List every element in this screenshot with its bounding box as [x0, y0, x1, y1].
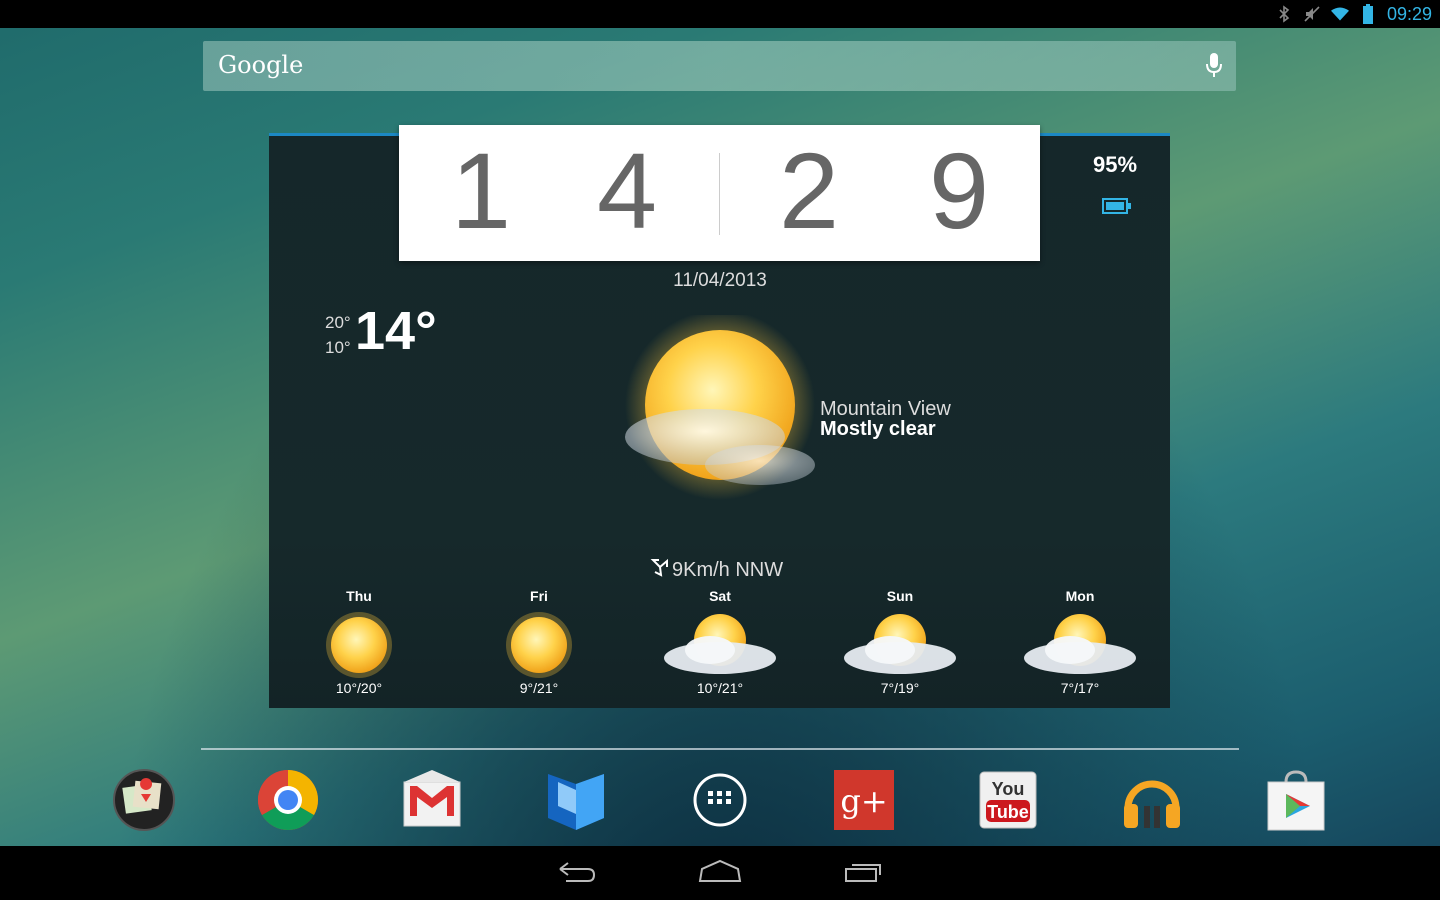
low-temp: 10° — [325, 338, 351, 357]
forecast-day: Fri 9°/21° — [474, 588, 604, 696]
forecast-day-name: Thu — [346, 588, 372, 604]
widget-date: 11/04/2013 — [673, 270, 767, 291]
wind-speed: 9Km/h NNW — [672, 558, 784, 581]
battery-percent: 95% — [1093, 152, 1138, 177]
gmail-app-icon[interactable] — [400, 768, 464, 832]
youtube-app-icon[interactable]: You Tube — [976, 768, 1040, 832]
forecast-day: Sun 7°/19° — [835, 588, 965, 696]
mostly-clear-icon — [610, 310, 830, 519]
status-icons: 09:29 — [1275, 0, 1432, 28]
battery-status-icon — [1359, 4, 1377, 24]
bluetooth-icon — [1275, 5, 1293, 23]
current-temperature: 14° — [355, 301, 437, 361]
mute-icon — [1303, 5, 1321, 23]
minute-tens-digit: 2 — [779, 130, 840, 251]
forecast-temps: 9°/21° — [519, 680, 559, 696]
forecast-temps: 10°/20° — [335, 680, 383, 696]
battery-icon — [1102, 198, 1132, 218]
recent-apps-icon — [844, 859, 884, 887]
forecast-day-name: Sun — [886, 588, 914, 604]
maps-app-icon[interactable] — [112, 768, 176, 832]
mic-icon[interactable] — [1206, 53, 1222, 83]
youtube-label-bottom: Tube — [987, 802, 1029, 822]
wind-icon — [650, 557, 670, 583]
forecast-day-name: Fri — [530, 588, 548, 604]
google-search-bar[interactable]: Google — [203, 41, 1236, 91]
forecast-temps: 7°/17° — [1060, 680, 1100, 696]
wind-info: 9Km/h NNW — [650, 557, 783, 583]
back-icon — [556, 859, 596, 887]
partly-cloudy-icon — [655, 610, 785, 680]
status-bar: 09:29 — [0, 0, 1440, 28]
google-logo: Google — [218, 51, 304, 79]
play-books-app-icon[interactable] — [544, 768, 608, 832]
clock-divider — [719, 153, 720, 235]
sun-icon — [294, 610, 424, 680]
hour-ones-digit: 4 — [597, 130, 658, 251]
high-temp: 20° — [325, 313, 351, 332]
play-music-app-icon[interactable] — [1120, 768, 1184, 832]
forecast-day: Thu 10°/20° — [294, 588, 424, 696]
google-plus-label: g+ — [840, 782, 887, 820]
minute-ones-digit: 9 — [929, 130, 990, 251]
navigation-bar — [0, 846, 1440, 900]
google-plus-app-icon[interactable]: g+ — [832, 768, 896, 832]
hi-lo-temps: 20° 10° — [325, 310, 351, 360]
hour-tens-digit: 1 — [451, 130, 512, 251]
forecast-day-name: Mon — [1065, 588, 1095, 604]
status-clock: 09:29 — [1386, 3, 1432, 24]
weather-condition: Mostly clear — [820, 418, 936, 440]
wifi-icon — [1330, 5, 1349, 23]
all-apps-button[interactable] — [688, 768, 752, 832]
play-store-app-icon[interactable] — [1264, 768, 1328, 832]
sun-icon — [474, 610, 604, 680]
forecast-temps: 10°/21° — [696, 680, 744, 696]
back-button[interactable] — [546, 858, 606, 888]
clock-panel[interactable]: 1 4 2 9 — [399, 125, 1040, 261]
youtube-label-top: You — [992, 779, 1025, 799]
home-icon — [698, 859, 742, 887]
forecast-day: Mon 7°/17° — [1015, 588, 1145, 696]
home-button[interactable] — [690, 858, 750, 888]
dock-divider — [201, 748, 1239, 750]
forecast-day: Sat 10°/21° — [655, 588, 785, 696]
forecast-temps: 7°/19° — [880, 680, 920, 696]
partly-cloudy-icon — [1015, 610, 1145, 680]
forecast-day-name: Sat — [709, 588, 731, 604]
chrome-app-icon[interactable] — [256, 768, 320, 832]
partly-cloudy-icon — [835, 610, 965, 680]
recent-apps-button[interactable] — [834, 858, 894, 888]
